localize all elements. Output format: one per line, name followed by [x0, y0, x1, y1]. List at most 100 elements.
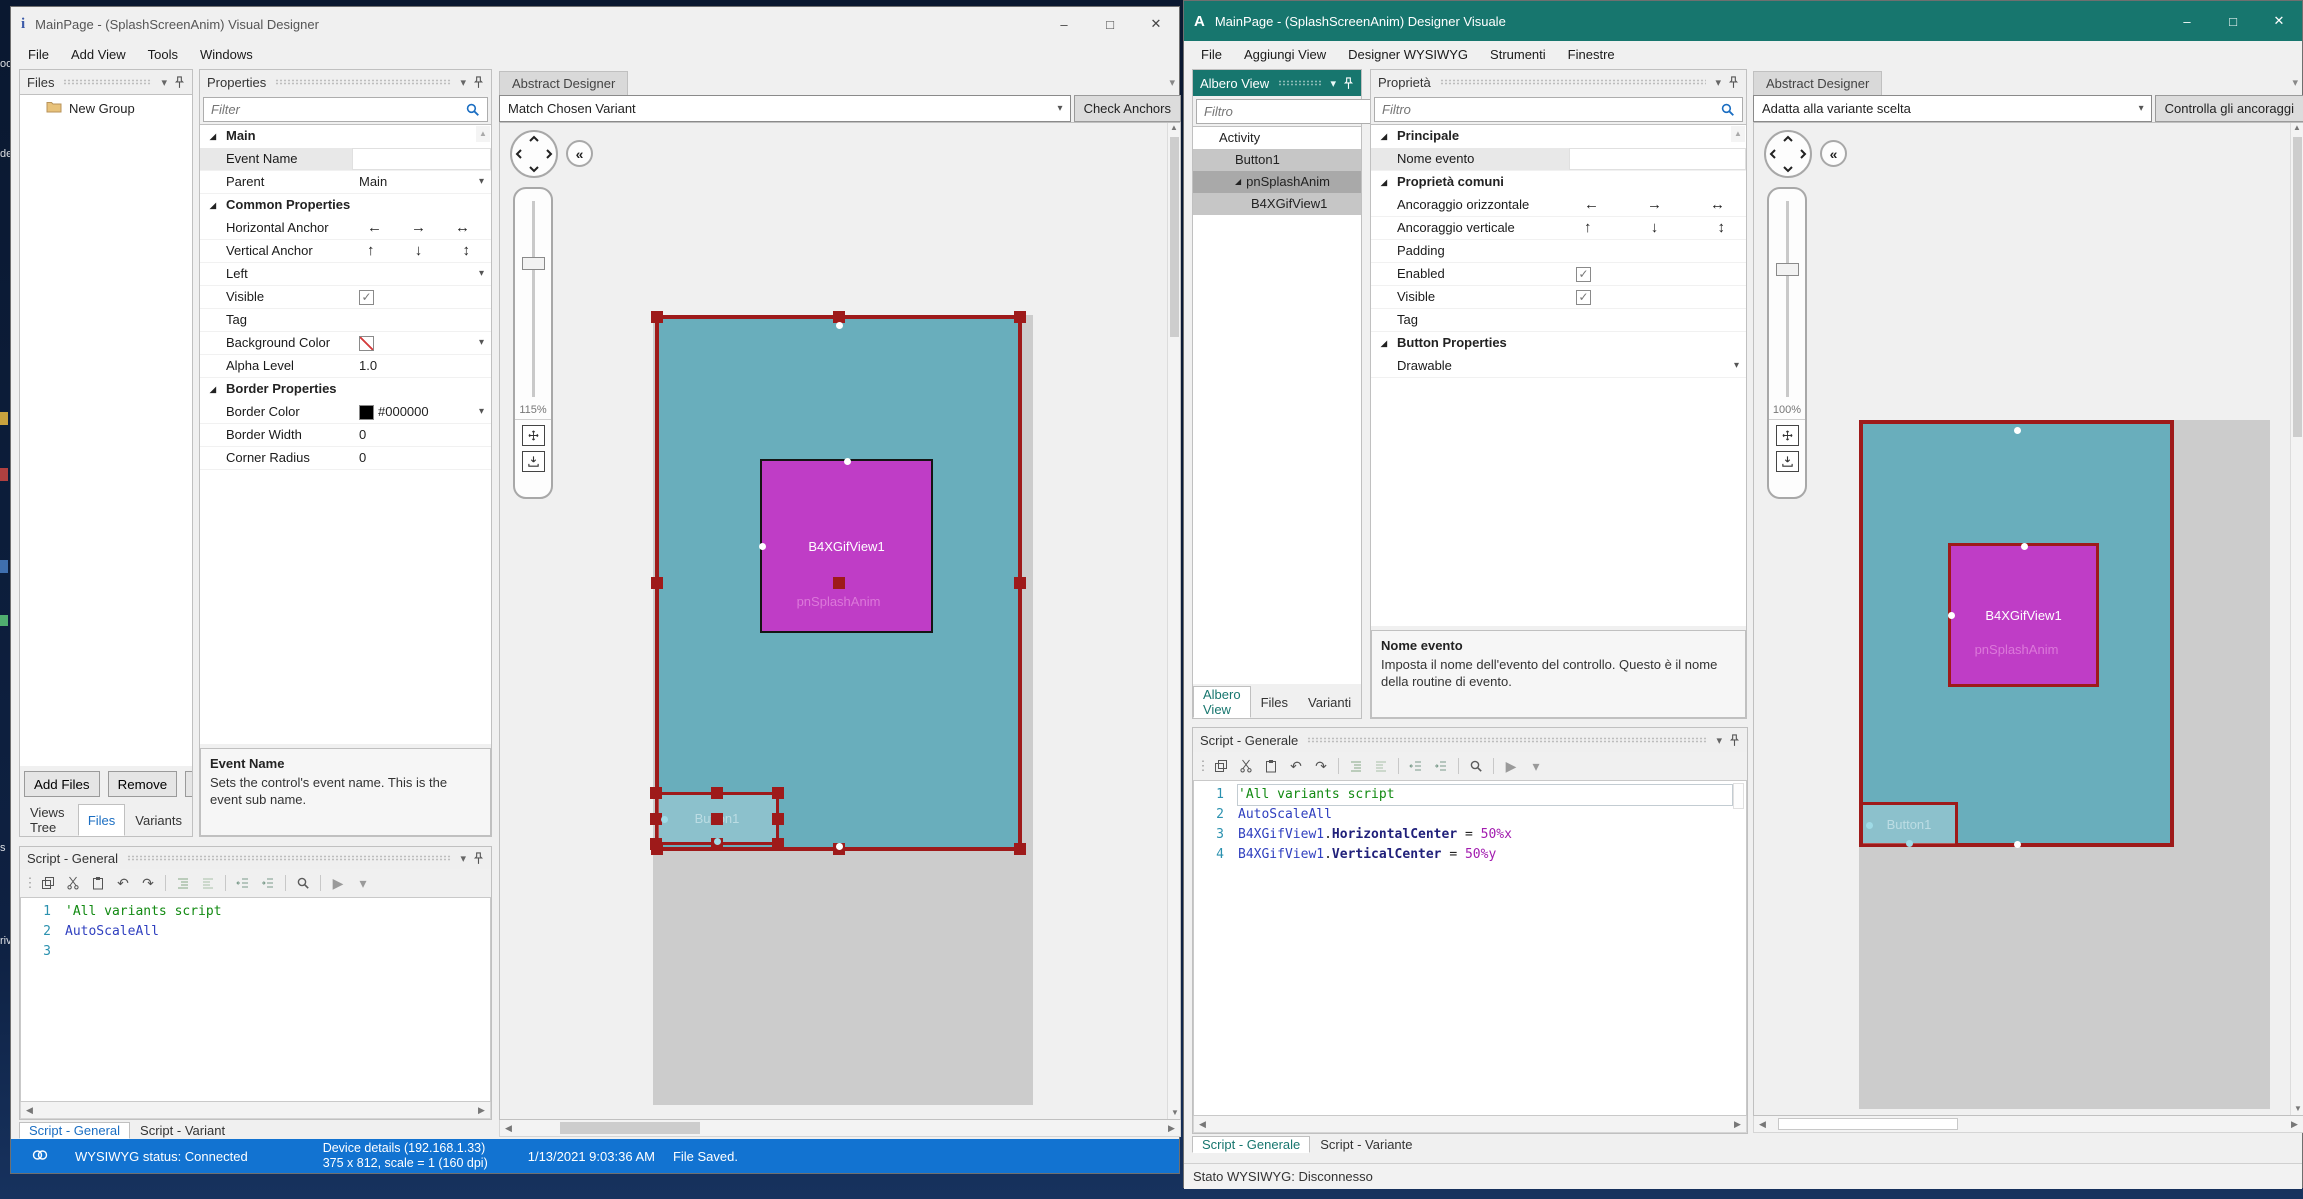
code-line-3[interactable]: 3 [21, 942, 490, 962]
chevron-down-icon[interactable]: ▾ [479, 332, 484, 354]
anchor-left-icon[interactable]: ← [1584, 194, 1599, 216]
add-files-button[interactable]: Add Files [24, 771, 100, 797]
chevron-down-icon[interactable]: ▾ [1330, 77, 1336, 90]
property-value[interactable]: 0 [352, 424, 491, 446]
abstract-designer-tab[interactable]: Abstract Designer [499, 71, 628, 95]
grip-icon[interactable]: ⋮ [1197, 755, 1207, 777]
tab-variants[interactable]: Variants [125, 804, 192, 836]
property-value[interactable]: ✓ [1569, 286, 1746, 308]
code-line-1[interactable]: 1'All variants script [1194, 785, 1746, 805]
filter-input-box[interactable] [203, 97, 488, 122]
property-value[interactable]: ↑↓↕ [352, 240, 491, 262]
pin-icon[interactable] [1729, 734, 1740, 747]
variant-combobox[interactable]: Match Chosen Variant ▾ [499, 95, 1071, 122]
properties-panel-header[interactable]: Properties ▾ [200, 70, 491, 94]
properties-panel-header[interactable]: Proprietà ▾ [1371, 70, 1746, 94]
chevron-down-icon[interactable]: ▾ [1715, 76, 1721, 89]
property-group-common-properties[interactable]: ◢Common Properties [200, 194, 491, 217]
property-value[interactable]: ↑↓↕ [1569, 217, 1746, 239]
menu-item-file[interactable]: File [17, 47, 60, 62]
property-value[interactable] [1569, 240, 1746, 262]
resize-handle[interactable] [650, 838, 662, 850]
code-editor[interactable]: 1'All variants script2AutoScaleAll3B4XGi… [1193, 780, 1747, 1116]
tree-item-button1[interactable]: Button1 [1193, 149, 1361, 171]
pin-icon[interactable] [473, 852, 484, 865]
property-value[interactable]: #000000▾ [352, 401, 491, 423]
color-swatch-transparent[interactable] [359, 336, 374, 351]
close-button[interactable]: ✕ [1133, 7, 1179, 41]
property-value[interactable]: 0 [352, 447, 491, 469]
anchor-bottom-icon[interactable]: ↓ [415, 240, 423, 262]
zoom-slider-thumb[interactable] [1776, 263, 1799, 276]
tree-panel-header[interactable]: Albero View ▾ [1193, 70, 1361, 96]
property-group-propriet-comuni[interactable]: ◢Proprietà comuni [1371, 171, 1746, 194]
horizontal-scrollbar[interactable]: ◀▶ [499, 1120, 1181, 1137]
menu-item-add-view[interactable]: Add View [60, 47, 137, 62]
tree-item-activity[interactable]: Activity [1193, 127, 1361, 149]
pan-pad[interactable] [1764, 130, 1812, 178]
checkbox[interactable]: ✓ [359, 290, 374, 305]
tab-files[interactable]: Files [1251, 686, 1298, 718]
resize-handle[interactable] [1014, 311, 1026, 323]
titlebar[interactable]: i MainPage - (SplashScreenAnim) Visual D… [11, 7, 1179, 41]
collapse-triangle-icon[interactable]: ◢ [1371, 125, 1397, 148]
tab-varianti[interactable]: Varianti [1298, 686, 1361, 718]
resize-handle[interactable] [711, 787, 723, 799]
collapse-triangle-icon[interactable]: ◢ [1371, 332, 1397, 355]
refresh-button[interactable]: Refresh [185, 771, 192, 797]
tab-script-variante[interactable]: Script - Variante [1310, 1136, 1422, 1153]
property-value[interactable]: Main▾ [352, 171, 491, 193]
indent-line-icon[interactable] [257, 872, 279, 894]
code-line-4[interactable]: 4B4XGifView1.VerticalCenter = 50%y [1194, 845, 1746, 865]
chevron-down-icon[interactable]: ▾ [161, 76, 167, 89]
resize-handle[interactable] [651, 577, 663, 589]
indent-left-icon[interactable] [172, 872, 194, 894]
color-swatch[interactable] [359, 405, 374, 420]
tab-script-general[interactable]: Script - General [19, 1122, 130, 1139]
outdent-line-icon[interactable] [1405, 755, 1427, 777]
files-panel-header[interactable]: Files ▾ [20, 70, 192, 94]
chevron-down-icon[interactable]: ▾ [460, 76, 466, 89]
anchor-bottom-icon[interactable]: ↓ [1651, 217, 1659, 239]
chevron-down-icon[interactable]: ▾ [1716, 734, 1722, 747]
filter-input[interactable] [1382, 102, 1720, 117]
filter-input[interactable] [211, 102, 465, 117]
fit-to-window-icon[interactable] [1776, 425, 1799, 446]
tab-albero-view[interactable]: Albero View [1193, 686, 1251, 718]
chevron-down-icon[interactable]: ▾ [1734, 355, 1739, 377]
chevron-down-icon[interactable]: ▾ [1169, 76, 1175, 89]
anchor-both-h-icon[interactable]: ↔ [455, 217, 470, 239]
pin-icon[interactable] [174, 76, 185, 89]
drag-handle[interactable] [63, 79, 152, 85]
variant-combobox[interactable]: Adatta alla variante scelta ▾ [1753, 95, 2152, 122]
save-image-icon[interactable] [522, 451, 545, 472]
menu-item-aggiungi-view[interactable]: Aggiungi View [1233, 47, 1337, 62]
property-value[interactable]: ▾ [1569, 355, 1746, 377]
tab-files[interactable]: Files [78, 804, 125, 836]
pin-icon[interactable] [473, 76, 484, 89]
tab-script-variant[interactable]: Script - Variant [130, 1122, 235, 1139]
script-panel-header[interactable]: Script - Generale ▾ [1193, 728, 1747, 752]
property-group-principale[interactable]: ◢Principale [1371, 125, 1746, 148]
button1-view[interactable]: Button1 [655, 792, 779, 845]
menu-item-tools[interactable]: Tools [137, 47, 189, 62]
scrollbar[interactable]: ▲ [1731, 126, 1745, 142]
horizontal-scrollbar[interactable]: ◀▶ [20, 1102, 491, 1119]
minimize-button[interactable]: – [1041, 7, 1087, 41]
property-value[interactable]: ←→↔ [352, 217, 491, 239]
search-icon[interactable] [1465, 755, 1487, 777]
code-editor[interactable]: 1'All variants script2AutoScaleAll3 [20, 897, 491, 1102]
expander-icon[interactable]: ◢ [1235, 171, 1241, 193]
property-group-button-properties[interactable]: ◢Button Properties [1371, 332, 1746, 355]
remove-button[interactable]: Remove [108, 771, 178, 797]
maximize-button[interactable]: □ [2210, 1, 2256, 41]
undo-icon[interactable]: ↶ [112, 872, 134, 894]
property-value[interactable] [352, 148, 491, 170]
button1-view[interactable]: Button1 [1860, 802, 1958, 847]
b4xgifview[interactable]: B4XGifView1 [760, 459, 933, 633]
zoom-slider-thumb[interactable] [522, 257, 545, 270]
vertical-scrollbar[interactable]: ▲▼ [1167, 123, 1180, 1119]
tab-script-generale[interactable]: Script - Generale [1192, 1136, 1310, 1153]
anchor-right-icon[interactable]: → [411, 217, 426, 239]
collapse-left-icon[interactable]: « [566, 140, 593, 167]
